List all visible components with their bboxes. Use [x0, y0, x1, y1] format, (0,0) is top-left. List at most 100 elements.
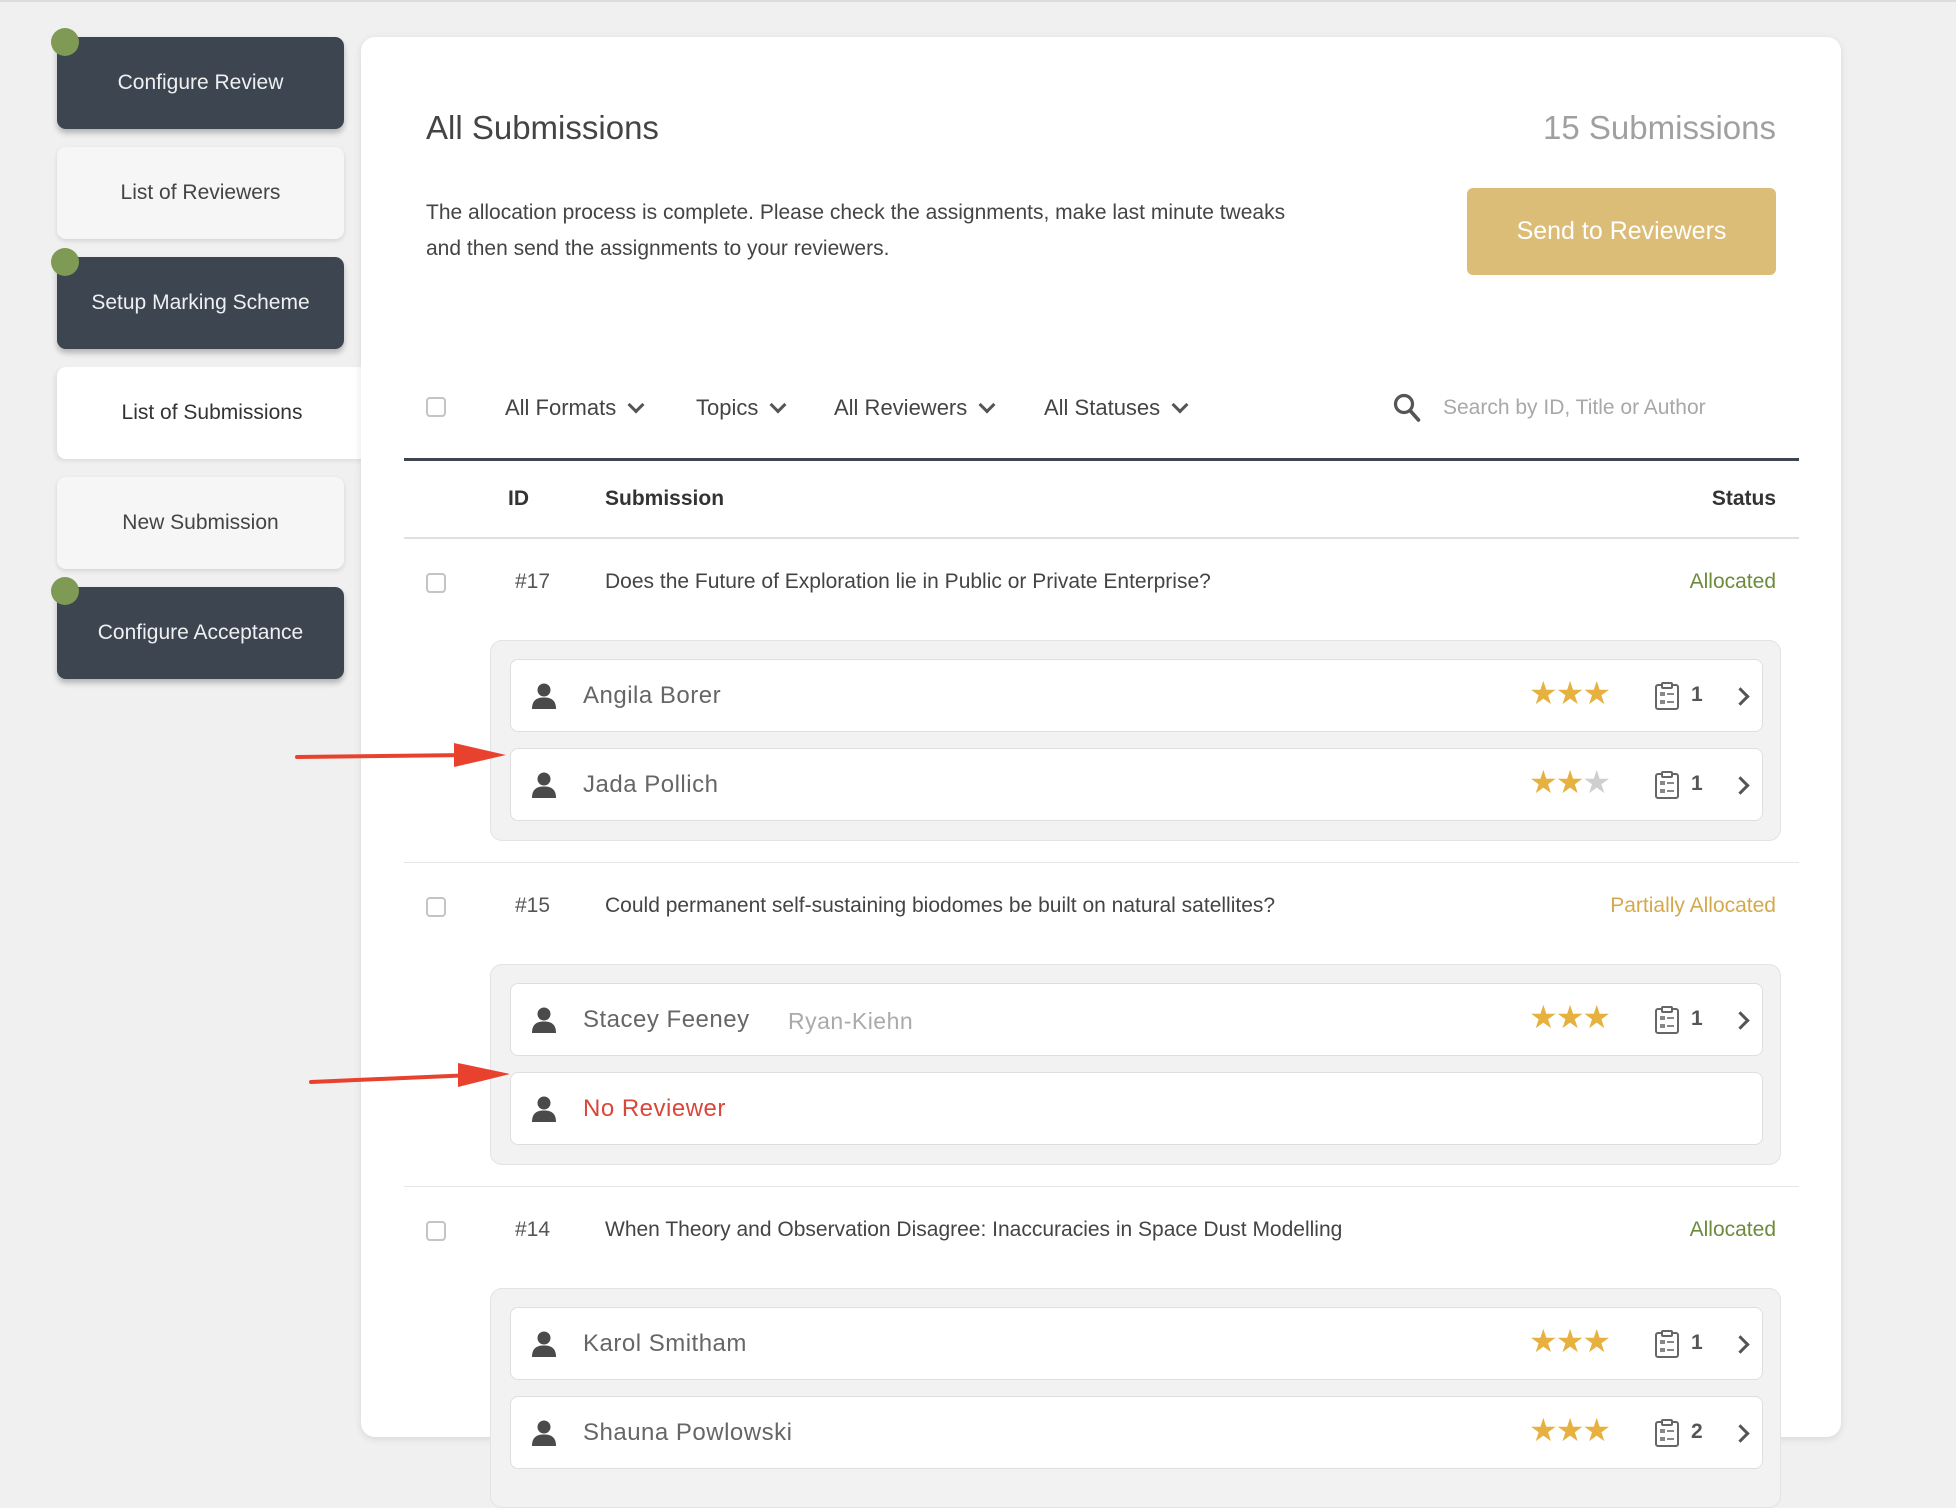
search-input[interactable]	[1441, 387, 1745, 429]
person-icon	[532, 1331, 556, 1357]
sidebar-item-new-submission[interactable]: New Submission	[57, 477, 344, 569]
reviewer-group: Stacey Feeney Ryan-Kiehn ★★★ 1 No Review…	[490, 964, 1781, 1165]
clipboard-icon	[1655, 682, 1679, 710]
filter-reviewers[interactable]: All Reviewers	[834, 395, 996, 421]
complete-dot-icon	[51, 577, 79, 605]
rating-stars: ★★★	[1529, 1322, 1611, 1360]
page-title: All Submissions	[426, 109, 659, 146]
star-icon: ★	[1582, 764, 1611, 800]
filter-label: All Formats	[505, 395, 617, 420]
reviewer-group: Angila Borer ★★★ 1 Jada Pollich ★★★ 1	[490, 640, 1781, 841]
select-all-checkbox[interactable]	[426, 397, 446, 417]
clipboard-icon	[1655, 771, 1679, 799]
star-icon: ★★★	[1529, 675, 1611, 711]
sidebar-item-configure-acceptance[interactable]: Configure Acceptance	[57, 587, 344, 679]
submission-title[interactable]: Does the Future of Exploration lie in Pu…	[605, 570, 1211, 594]
column-header-id: ID	[508, 487, 529, 510]
row-checkbox[interactable]	[426, 573, 446, 593]
submission-title[interactable]: When Theory and Observation Disagree: In…	[605, 1218, 1342, 1242]
sidebar-item-label: Setup Marking Scheme	[91, 291, 310, 314]
row-checkbox[interactable]	[426, 897, 446, 917]
reviewer-name: Angila Borer	[583, 682, 722, 709]
top-border	[0, 0, 1956, 2]
divider	[404, 862, 1799, 863]
filter-label: All Statuses	[1044, 395, 1161, 420]
chevron-right-icon[interactable]	[1731, 687, 1750, 706]
rating-stars: ★★★	[1529, 1411, 1611, 1449]
chevron-down-icon	[1171, 396, 1189, 414]
row-checkbox[interactable]	[426, 1221, 446, 1241]
submission-title[interactable]: Could permanent self-sustaining biodomes…	[605, 894, 1275, 918]
annotation-arrow	[295, 743, 506, 767]
reviewer-card-empty[interactable]: No Reviewer	[510, 1072, 1763, 1145]
review-count: 1	[1691, 772, 1703, 795]
reviewer-card[interactable]: Angila Borer ★★★ 1	[510, 659, 1763, 732]
sidebar-item-label: New Submission	[122, 511, 279, 534]
review-count: 1	[1691, 1331, 1703, 1354]
filter-statuses[interactable]: All Statuses	[1044, 395, 1189, 421]
clipboard-icon	[1655, 1006, 1679, 1034]
search-icon[interactable]	[1393, 393, 1421, 423]
status-badge: Allocated	[1689, 1218, 1776, 1241]
complete-dot-icon	[51, 28, 79, 56]
sidebar-item-label: List of Reviewers	[120, 181, 281, 204]
complete-dot-icon	[51, 248, 79, 276]
sidebar-item-configure-review[interactable]: Configure Review	[57, 37, 344, 129]
chevron-right-icon[interactable]	[1731, 776, 1750, 795]
reviewer-card[interactable]: Stacey Feeney Ryan-Kiehn ★★★ 1	[510, 983, 1763, 1056]
divider	[404, 537, 1799, 539]
star-icon: ★★★	[1529, 999, 1611, 1035]
annotation-arrow	[309, 1063, 510, 1087]
reviewer-group: Karol Smitham ★★★ 1 Shauna Powlowski ★★★…	[490, 1288, 1781, 1508]
star-icon: ★★★	[1529, 1412, 1611, 1448]
person-icon	[532, 1096, 556, 1122]
sidebar-item-label: List of Submissions	[121, 401, 303, 424]
chevron-right-icon[interactable]	[1731, 1424, 1750, 1443]
rating-stars: ★★★	[1529, 674, 1611, 712]
star-icon: ★★	[1529, 764, 1584, 800]
submission-id: #14	[515, 1218, 551, 1241]
sidebar-item-setup-marking-scheme[interactable]: Setup Marking Scheme	[57, 257, 344, 349]
reviewer-name: Karol Smitham	[583, 1330, 747, 1357]
clipboard-icon	[1655, 1419, 1679, 1447]
clipboard-icon	[1655, 1330, 1679, 1358]
chevron-right-icon[interactable]	[1731, 1335, 1750, 1354]
divider	[404, 458, 1799, 461]
chevron-down-icon	[627, 396, 645, 414]
person-icon	[532, 1007, 556, 1033]
reviewer-name: Jada Pollich	[583, 771, 719, 798]
chevron-down-icon	[978, 396, 996, 414]
filter-topics[interactable]: Topics	[696, 395, 787, 421]
filter-formats[interactable]: All Formats	[505, 395, 645, 421]
person-icon	[532, 683, 556, 709]
reviewer-organisation: Ryan-Kiehn	[788, 1008, 914, 1034]
filter-label: Topics	[696, 395, 759, 420]
review-count: 1	[1691, 1007, 1703, 1030]
filter-label: All Reviewers	[834, 395, 968, 420]
reviewer-card[interactable]: Shauna Powlowski ★★★ 2	[510, 1396, 1763, 1469]
sidebar-item-list-of-submissions[interactable]: List of Submissions	[57, 367, 367, 459]
star-icon: ★★★	[1529, 1323, 1611, 1359]
no-reviewer-label: No Reviewer	[583, 1095, 726, 1122]
person-icon	[532, 772, 556, 798]
sidebar-item-label: Configure Acceptance	[97, 621, 304, 644]
sidebar-item-list-of-reviewers[interactable]: List of Reviewers	[57, 147, 344, 239]
status-badge: Partially Allocated	[1610, 894, 1776, 917]
chevron-down-icon	[769, 396, 787, 414]
column-header-submission: Submission	[605, 487, 725, 510]
send-to-reviewers-button[interactable]: Send to Reviewers	[1467, 188, 1776, 275]
rating-stars: ★★★	[1529, 763, 1611, 801]
review-count: 1	[1691, 683, 1703, 706]
reviewer-card[interactable]: Jada Pollich ★★★ 1	[510, 748, 1763, 821]
submission-id: #15	[515, 894, 551, 917]
intro-text: The allocation process is complete. Plea…	[426, 201, 1286, 260]
review-count: 2	[1691, 1420, 1703, 1443]
column-header-status: Status	[1711, 487, 1776, 510]
rating-stars: ★★★	[1529, 998, 1611, 1036]
submission-id: #17	[515, 570, 551, 593]
reviewer-card[interactable]: Karol Smitham ★★★ 1	[510, 1307, 1763, 1380]
chevron-right-icon[interactable]	[1731, 1011, 1750, 1030]
reviewer-name: Shauna Powlowski	[583, 1419, 793, 1446]
sidebar-item-label: Configure Review	[117, 71, 284, 94]
reviewer-name: Stacey Feeney	[583, 1006, 750, 1033]
